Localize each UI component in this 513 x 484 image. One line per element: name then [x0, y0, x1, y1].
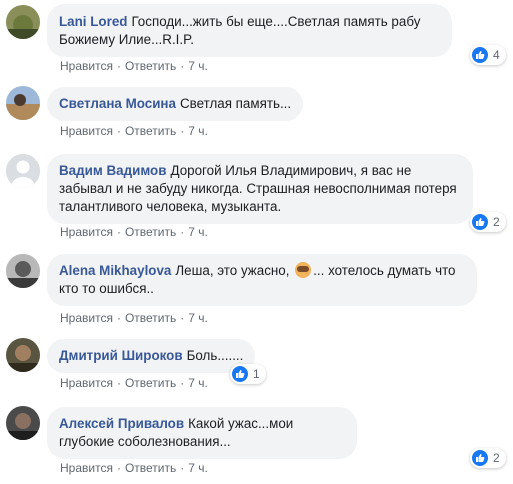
reply-link[interactable]: Ответить — [125, 225, 176, 239]
comment-bubble: Lani Lored Господи...жить бы еще....Светл… — [47, 4, 452, 57]
reaction-summary[interactable]: 1 — [230, 364, 266, 384]
comment-time[interactable]: 7 ч. — [188, 376, 208, 390]
separator-dot: · — [180, 225, 185, 239]
separator-dot: · — [116, 225, 121, 239]
avatar[interactable] — [6, 86, 40, 120]
comment-time[interactable]: 7 ч. — [188, 461, 208, 475]
separator-dot: · — [116, 461, 121, 475]
comment-author[interactable]: Lani Lored — [59, 14, 127, 29]
reply-link[interactable]: Ответить — [125, 59, 176, 73]
comment-author[interactable]: Вадим Вадимов — [59, 163, 166, 178]
avatar[interactable] — [6, 254, 40, 288]
separator-dot: · — [180, 461, 185, 475]
comment-actions: Нравится · Ответить · 7 ч. — [60, 225, 208, 239]
comment-bubble: Алексей Привалов Какой ужас...мои глубоки… — [47, 407, 357, 459]
reply-link[interactable]: Ответить — [125, 124, 176, 138]
reply-link[interactable]: Ответить — [125, 461, 176, 475]
reaction-count: 2 — [493, 451, 500, 465]
comment-bubble: Дмитрий Широков Боль....... — [47, 339, 256, 373]
like-icon — [232, 366, 248, 382]
avatar[interactable] — [6, 5, 40, 39]
like-link[interactable]: Нравится — [60, 311, 113, 325]
comment-time[interactable]: 7 ч. — [188, 124, 208, 138]
reply-link[interactable]: Ответить — [125, 376, 176, 390]
separator-dot: · — [180, 59, 185, 73]
comment-bubble: Alena Mikhaylova Леша, это ужасно, ... хо… — [47, 254, 477, 306]
reaction-summary[interactable]: 2 — [470, 448, 506, 468]
like-link[interactable]: Нравится — [60, 124, 113, 138]
comment-author[interactable]: Алексей Привалов — [59, 416, 184, 431]
reaction-count: 2 — [493, 215, 500, 229]
separator-dot: · — [116, 59, 121, 73]
comment-actions: Нравится · Ответить · 7 ч. — [60, 59, 208, 73]
separator-dot: · — [180, 124, 185, 138]
comment-author[interactable]: Дмитрий Широков — [59, 348, 183, 363]
like-icon — [472, 47, 488, 63]
avatar[interactable] — [6, 154, 40, 188]
comment-author[interactable]: Alena Mikhaylova — [59, 263, 171, 278]
comment-bubble: Светлана Мосина Светлая память... — [47, 87, 304, 121]
like-link[interactable]: Нравится — [60, 59, 113, 73]
reaction-summary[interactable]: 2 — [470, 212, 506, 232]
comment-actions: Нравится · Ответить · 7 ч. — [60, 376, 208, 390]
see-no-evil-monkey-emoji-icon — [295, 262, 312, 278]
like-link[interactable]: Нравится — [60, 225, 113, 239]
comment-actions: Нравится · Ответить · 7 ч. — [60, 124, 208, 138]
comment-time[interactable]: 7 ч. — [188, 59, 208, 73]
separator-dot: · — [180, 311, 185, 325]
separator-dot: · — [116, 124, 121, 138]
separator-dot: · — [116, 376, 121, 390]
reaction-count: 4 — [493, 48, 500, 62]
like-icon — [472, 450, 488, 466]
avatar[interactable] — [6, 406, 40, 440]
like-link[interactable]: Нравится — [60, 461, 113, 475]
reaction-count: 1 — [253, 367, 260, 381]
comment-bubble: Вадим Вадимов Дорогой Илья Владимирович, … — [47, 154, 473, 224]
comment-time[interactable]: 7 ч. — [188, 311, 208, 325]
comment-actions: Нравится · Ответить · 7 ч. — [60, 311, 208, 325]
reply-link[interactable]: Ответить — [125, 311, 176, 325]
avatar[interactable] — [6, 338, 40, 372]
like-icon — [472, 214, 488, 230]
reaction-summary[interactable]: 4 — [470, 45, 506, 65]
comment-actions: Нравится · Ответить · 7 ч. — [60, 461, 208, 475]
like-link[interactable]: Нравится — [60, 376, 113, 390]
comment-text: Светлая память... — [179, 96, 292, 111]
separator-dot: · — [180, 376, 185, 390]
comment-text: Боль....... — [186, 348, 244, 363]
separator-dot: · — [116, 311, 121, 325]
comment-author[interactable]: Светлана Мосина — [59, 96, 176, 111]
comment-time[interactable]: 7 ч. — [188, 225, 208, 239]
comment-text: Леша, это ужасно, — [175, 263, 290, 278]
